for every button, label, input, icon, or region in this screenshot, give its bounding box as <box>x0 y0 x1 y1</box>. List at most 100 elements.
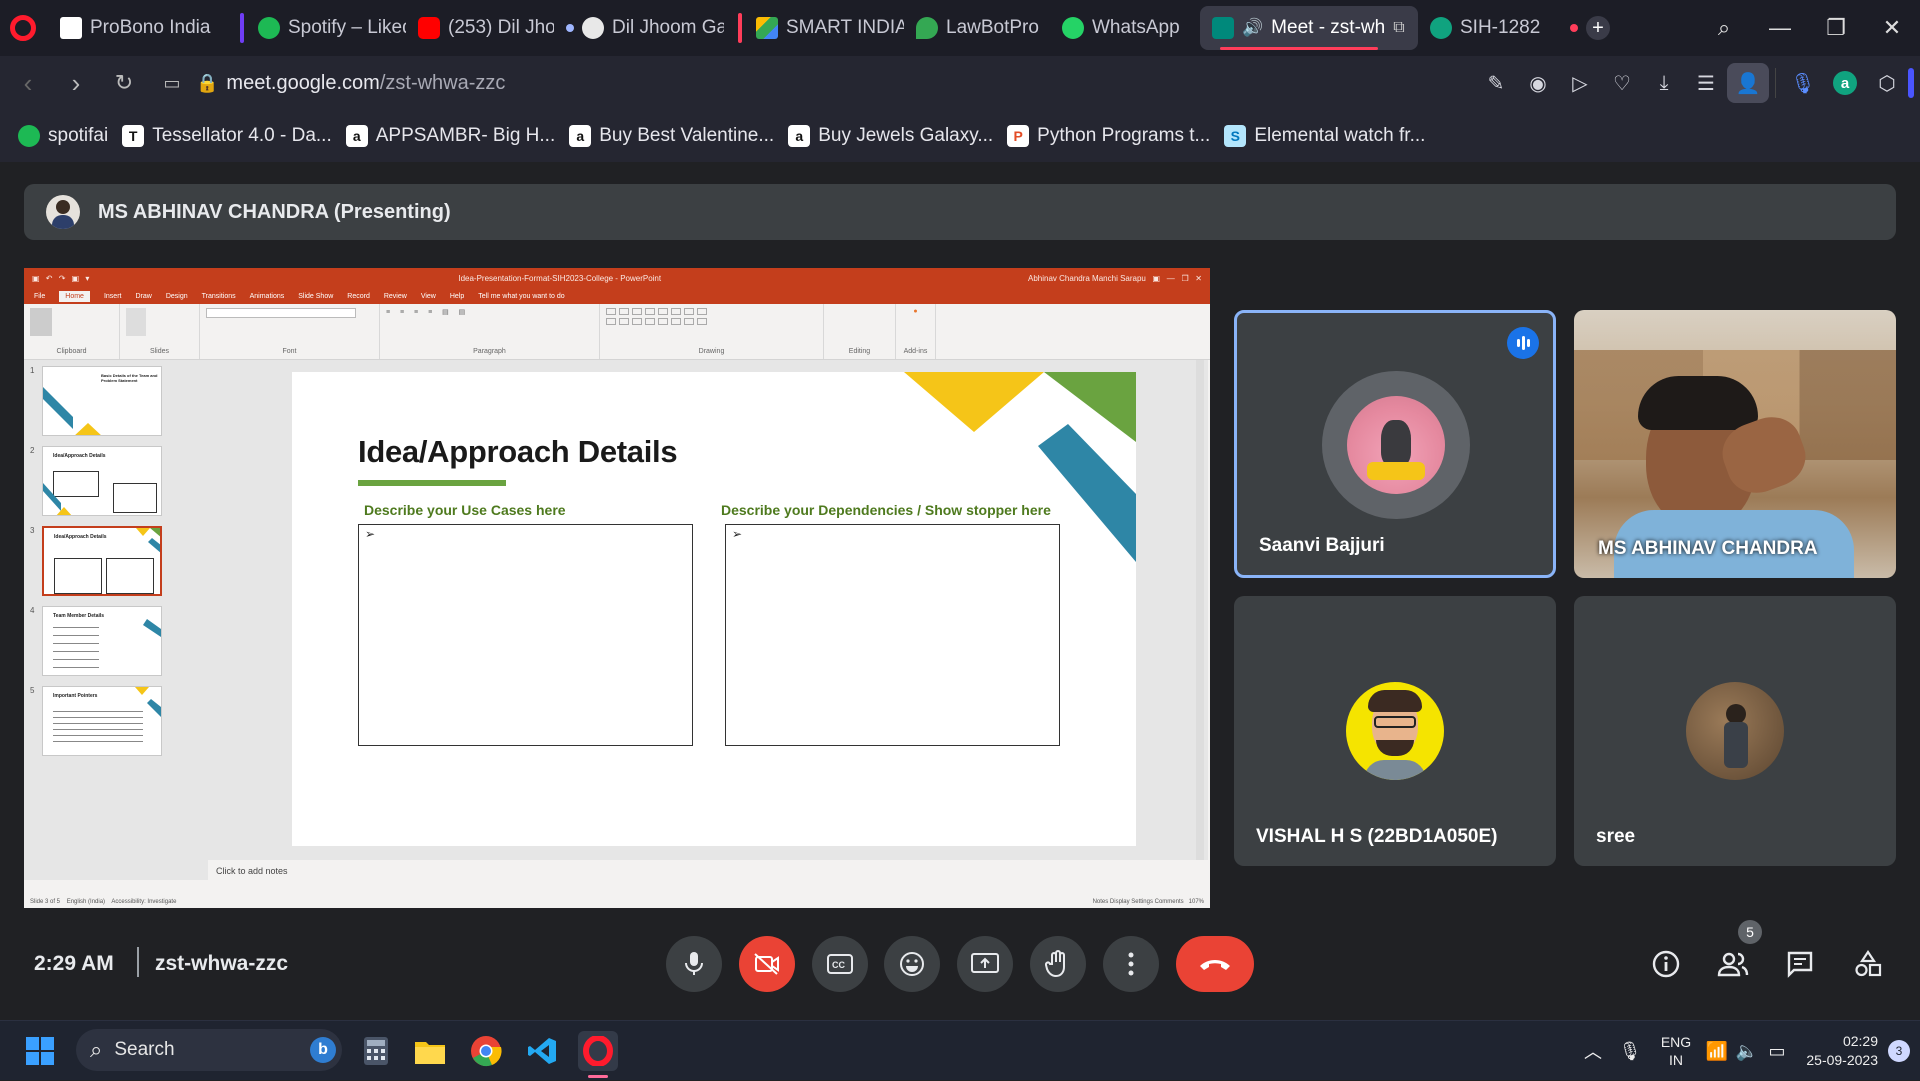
ribbon-drawing[interactable]: Drawing <box>600 304 824 359</box>
tab-lawbotpro[interactable]: LawBotPro <box>904 6 1050 50</box>
bookmark-jewels[interactable]: a Buy Jewels Galaxy... <box>788 125 993 147</box>
ppt-menu-slideshow[interactable]: Slide Show <box>298 293 333 300</box>
captions-button[interactable]: CC <box>812 936 868 992</box>
download-icon[interactable]: ⤓ <box>1643 63 1685 103</box>
volume-icon[interactable]: 🔈 <box>1732 1041 1762 1062</box>
zoom-level[interactable]: 107% <box>1189 899 1204 905</box>
slide-scrollbar[interactable] <box>1196 360 1204 860</box>
language-status[interactable]: English (India) <box>67 899 105 905</box>
opera-taskbar-icon[interactable] <box>578 1031 618 1071</box>
participant-tile-abhinav[interactable]: MS ABHINAV CHANDRA <box>1574 310 1896 578</box>
taskbar-search[interactable]: ⌕ Search b <box>76 1029 342 1071</box>
calculator-icon[interactable] <box>356 1031 396 1071</box>
slide-thumb-2[interactable]: Idea/Approach Details <box>42 446 162 516</box>
bookmark-elemental[interactable]: S Elemental watch fr... <box>1224 125 1425 147</box>
camera-off-button[interactable] <box>739 936 795 992</box>
taskbar-clock[interactable]: 02:29 25-09-2023 <box>1792 1032 1878 1070</box>
ppt-menu-draw[interactable]: Draw <box>135 293 151 300</box>
ribbon-paragraph[interactable]: ≡ ≡ ≡ ≡ ▤ ▤ Paragraph <box>380 304 600 359</box>
lock-icon[interactable]: 🔒 <box>196 73 218 94</box>
bookmark-appsambr[interactable]: a APPSAMBR- Big H... <box>345 125 555 147</box>
minimize-icon[interactable]: — <box>1752 0 1808 56</box>
meeting-code[interactable]: zst-whwa-zzc <box>155 952 288 976</box>
microphone-in-use-icon[interactable]: 🎙 <box>1610 1041 1650 1062</box>
extension-a-icon[interactable]: a <box>1824 63 1866 103</box>
camera-permission-icon[interactable]: ▭ <box>148 63 196 103</box>
ppt-menu-record[interactable]: Record <box>347 293 370 300</box>
present-screen-button[interactable] <box>957 936 1013 992</box>
bookmark-heart-icon[interactable]: ♡ <box>1601 63 1643 103</box>
close-window-icon[interactable]: ✕ <box>1864 0 1920 56</box>
more-options-button[interactable] <box>1103 936 1159 992</box>
snapshot-icon[interactable]: ◉ <box>1517 63 1559 103</box>
view-controls[interactable]: Notes Display Settings Comments <box>1093 899 1184 905</box>
tab-meet-active[interactable]: 🔊 Meet - zst-wh ⧉ ✕ <box>1200 6 1418 50</box>
ppt-menu-file[interactable]: File <box>34 293 45 300</box>
slide-thumb-4[interactable]: Team Member Details <box>42 606 162 676</box>
forward-icon[interactable]: › <box>52 63 100 103</box>
restore-icon[interactable]: ❐ <box>1808 0 1864 56</box>
tab-smart-india[interactable]: SMART INDIA <box>744 6 904 50</box>
ribbon-clipboard[interactable]: Clipboard <box>24 304 120 359</box>
tab-whatsapp[interactable]: WhatsApp <box>1050 6 1200 50</box>
opera-logo-icon[interactable] <box>10 15 36 41</box>
wifi-icon[interactable]: 📶 <box>1702 1041 1732 1062</box>
shared-screen-powerpoint[interactable]: ▣ ↶ ↷ ▣ ▾ Idea-Presentation-Format-SIH20… <box>24 268 1210 908</box>
tab-youtube[interactable]: (253) Dil Jhoom <box>406 6 554 50</box>
ppt-menu-help[interactable]: Help <box>450 293 464 300</box>
vscode-icon[interactable] <box>522 1031 562 1071</box>
extensions-cube-icon[interactable]: ⬡ <box>1866 63 1908 103</box>
back-icon[interactable]: ‹ <box>4 63 52 103</box>
chat-button[interactable] <box>1778 942 1822 986</box>
easy-setup-icon[interactable]: ☰ <box>1685 63 1727 103</box>
ppt-menu-insert[interactable]: Insert <box>104 293 122 300</box>
tab-search-icon[interactable]: ⌕ <box>1696 0 1752 56</box>
accessibility-status[interactable]: Accessibility: Investigate <box>111 899 176 905</box>
slide-thumb-1[interactable]: Basic Details of the Team and Problem St… <box>42 366 162 436</box>
ribbon-slides[interactable]: Slides <box>120 304 200 359</box>
windows-start-icon[interactable] <box>20 1031 60 1071</box>
chrome-icon[interactable] <box>466 1031 506 1071</box>
file-explorer-icon[interactable] <box>410 1031 450 1071</box>
dependencies-box[interactable]: ➢ <box>725 524 1060 746</box>
raise-hand-button[interactable] <box>1030 936 1086 992</box>
leave-call-button[interactable] <box>1176 936 1254 992</box>
ppt-tell-me[interactable]: Tell me what you want to do <box>478 293 564 300</box>
notes-pane[interactable]: Click to add notes <box>208 860 1208 884</box>
tab-sih-1282[interactable]: SIH-1282 <box>1418 6 1564 50</box>
slide-thumb-5[interactable]: Important Pointers <box>42 686 162 756</box>
url-field[interactable]: meet.google.com/zst-whwa-zzc <box>226 72 505 95</box>
tab-spotify[interactable]: Spotify – Liked <box>246 6 406 50</box>
language-indicator[interactable]: ENG IN <box>1650 1033 1702 1069</box>
bookmark-tessellator[interactable]: T Tessellator 4.0 - Da... <box>122 125 332 147</box>
send-icon[interactable]: ▷ <box>1559 63 1601 103</box>
ppt-menu-review[interactable]: Review <box>384 293 407 300</box>
ppt-menu-view[interactable]: View <box>421 293 436 300</box>
ribbon-addins[interactable]: ● Add-ins <box>896 304 936 359</box>
bing-icon[interactable]: b <box>310 1037 336 1063</box>
profile-icon[interactable]: 👤 <box>1727 63 1769 103</box>
battery-icon[interactable]: ▭ <box>1762 1041 1792 1062</box>
slide-thumb-3-selected[interactable]: Idea/Approach Details <box>42 526 162 596</box>
meeting-details-button[interactable] <box>1644 942 1688 986</box>
activities-button[interactable] <box>1846 942 1890 986</box>
show-hidden-icons-chevron-icon[interactable]: ︿ <box>1576 1038 1610 1064</box>
participant-tile-sree[interactable]: sree <box>1574 596 1896 866</box>
ribbon-editing[interactable]: Editing <box>824 304 896 359</box>
people-button[interactable] <box>1711 942 1755 986</box>
microphone-extension-icon[interactable]: 🎙 <box>1782 63 1824 103</box>
picture-in-picture-icon[interactable]: ⧉ <box>1393 19 1404 37</box>
participant-tile-saanvi[interactable]: Saanvi Bajjuri <box>1234 310 1556 578</box>
bookmark-spotifai[interactable]: spotifai <box>18 125 108 147</box>
notification-count-badge[interactable]: 3 <box>1888 1040 1910 1062</box>
reactions-button[interactable] <box>884 936 940 992</box>
use-cases-box[interactable]: ➢ <box>358 524 693 746</box>
share-page-icon[interactable]: ✎ <box>1475 63 1517 103</box>
reload-icon[interactable]: ↻ <box>100 63 148 103</box>
ppt-menu-transitions[interactable]: Transitions <box>202 293 236 300</box>
ppt-menu-home[interactable]: Home <box>59 290 90 302</box>
current-slide[interactable]: Idea/Approach Details Describe your Use … <box>292 372 1136 846</box>
new-tab-icon[interactable]: + <box>1586 16 1610 40</box>
participant-tile-vishal[interactable]: VISHAL H S (22BD1A050E) <box>1234 596 1556 866</box>
ribbon-font[interactable]: Font <box>200 304 380 359</box>
